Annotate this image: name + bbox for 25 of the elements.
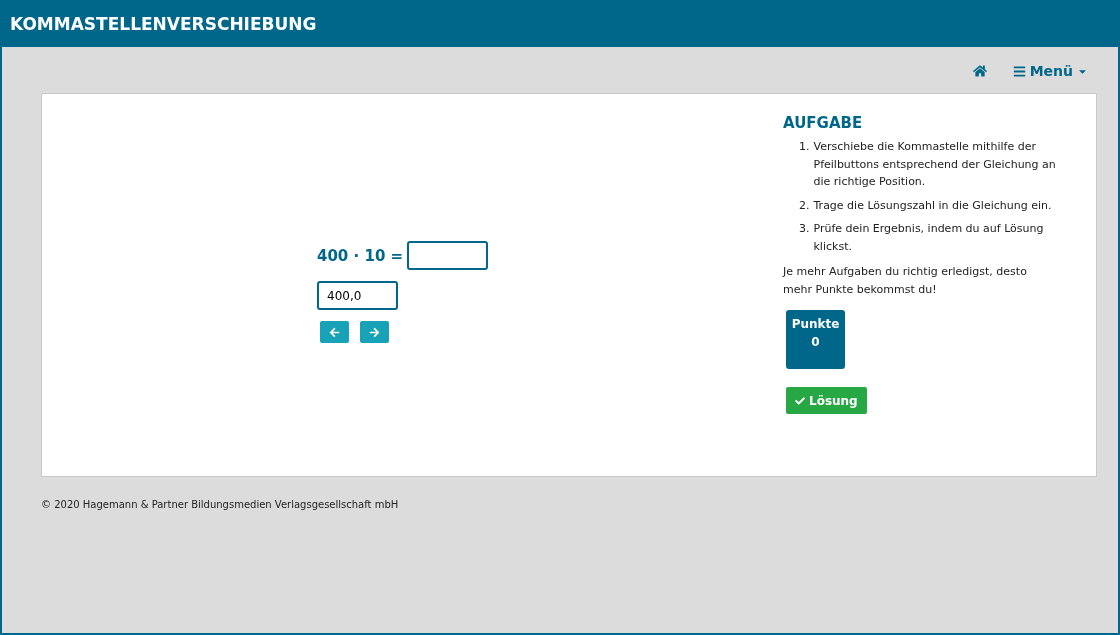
home-icon [972,64,987,78]
move-left-button[interactable] [320,321,349,343]
step-number: 3. [799,221,810,237]
home-link[interactable] [972,64,987,78]
equation-text: 400 · 10 = [317,246,404,265]
points-note: Je mehr Aufgaben du richtig erledigst, desto mehr Punkte bekommst du! [783,264,1028,298]
arrow-left-icon [329,326,340,338]
step-number: 1. [799,139,810,155]
move-right-button[interactable] [360,321,389,343]
check-icon [795,395,805,406]
step-text: Verschiebe die Kommastelle mithilfe der Pfeilbuttons entsprechend der Gleichung an die richtige Position. [813,139,1057,190]
menu-link[interactable]: Menü [1012,63,1088,79]
task-heading: AUFGABE [783,114,864,132]
solution-button[interactable]: Lösung [786,387,867,414]
step-text: Trage die Lösungszahl in die Gleichung ein. [813,197,1052,214]
number-field[interactable]: 400,0 [317,281,398,310]
score-label: Punkte [791,317,840,331]
step-text: Prüfe dein Ergebnis, indem du auf Lösung klickst. [813,221,1045,255]
menu-icon [1012,64,1026,78]
copyright-text: © 2020 Hagemann & Partner Bildungsmedien Verlagsgesellschaft mbH [41,499,400,510]
arrow-right-icon [369,326,380,338]
answer-field[interactable] [407,241,489,270]
step-number: 2. [799,197,810,214]
score-value: 0 [811,335,820,349]
app-title: KOMMASTELLENVERSCHIEBUNG [10,13,317,34]
